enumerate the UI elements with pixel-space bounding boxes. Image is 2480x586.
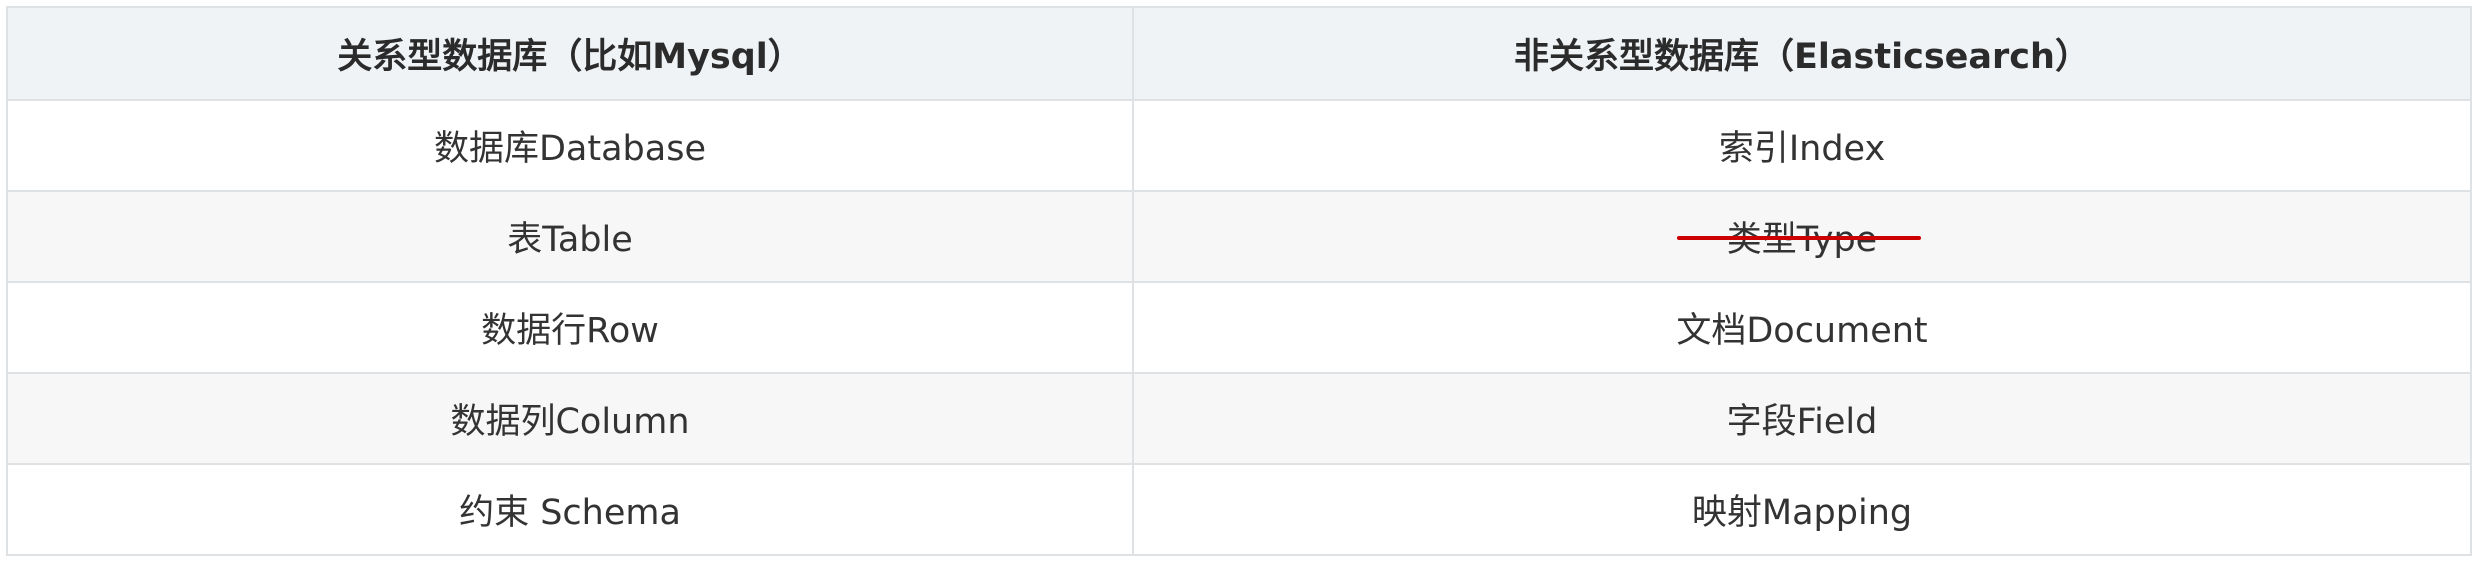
table-row: 数据列Column 字段Field [6,372,2472,465]
cell-relational: 数据库Database [6,99,1134,192]
table-row: 数据库Database 索引Index [6,99,2472,192]
struck-through-text: 类型Type [1676,211,1922,262]
cell-relational: 数据列Column [6,372,1134,465]
comparison-table: 关系型数据库（比如Mysql） 非关系型数据库（Elasticsearch） 数… [6,6,2472,556]
cell-non-relational: 字段Field [1132,372,2472,465]
cell-non-relational: 文档Document [1132,281,2472,374]
cell-relational: 表Table [6,190,1134,283]
cell-non-relational: 类型Type [1132,190,2472,283]
strikethrough-line [1676,235,1922,240]
header-relational-db: 关系型数据库（比如Mysql） [6,6,1134,101]
header-non-relational-db: 非关系型数据库（Elasticsearch） [1132,6,2472,101]
cell-relational: 约束 Schema [6,463,1134,556]
table-row: 表Table 类型Type [6,190,2472,283]
cell-relational: 数据行Row [6,281,1134,374]
struck-text-label: 类型Type [1726,220,1878,260]
table-header-row: 关系型数据库（比如Mysql） 非关系型数据库（Elasticsearch） [6,6,2472,101]
table-row: 数据行Row 文档Document [6,281,2472,374]
table-row: 约束 Schema 映射Mapping [6,463,2472,556]
cell-non-relational: 索引Index [1132,99,2472,192]
cell-non-relational: 映射Mapping [1132,463,2472,556]
comparison-table-container: 关系型数据库（比如Mysql） 非关系型数据库（Elasticsearch） 数… [6,6,2472,556]
